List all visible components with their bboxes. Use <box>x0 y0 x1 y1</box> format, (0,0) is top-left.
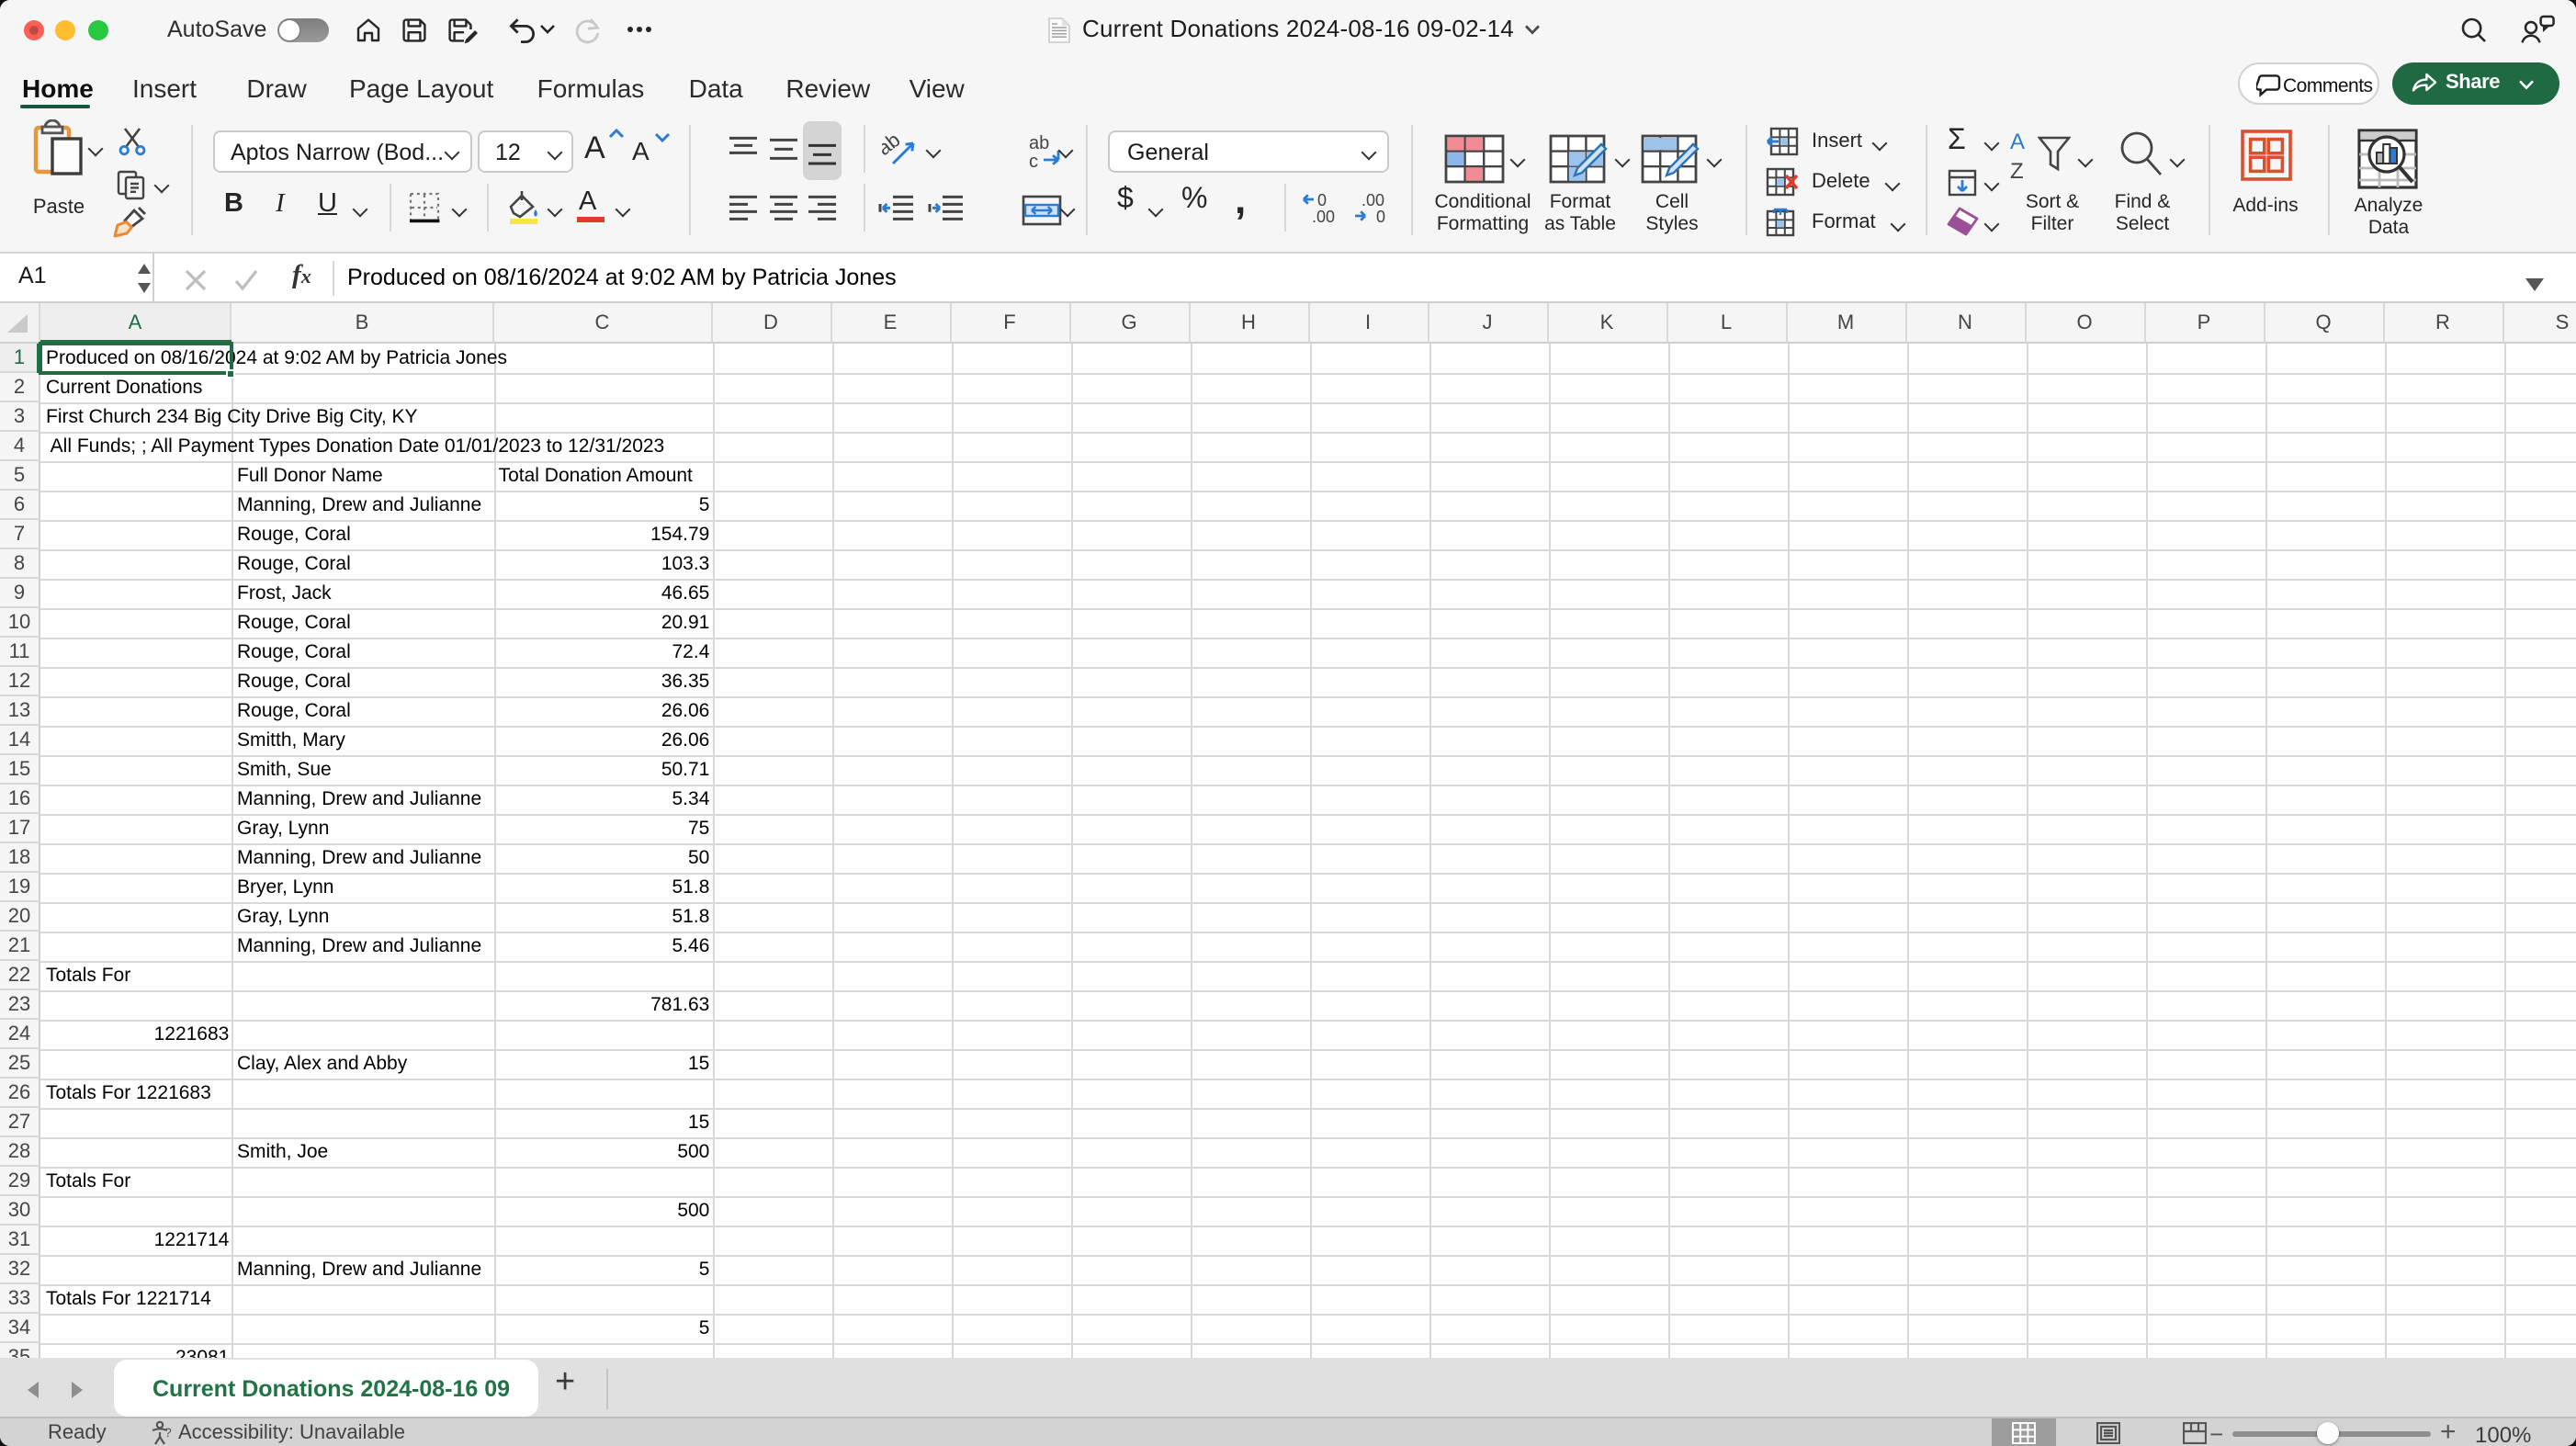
svg-text:0: 0 <box>1376 208 1385 224</box>
svg-text:.00: .00 <box>1361 191 1384 209</box>
svg-text:.00: .00 <box>1312 208 1335 224</box>
svg-text:0: 0 <box>1317 191 1327 209</box>
svg-text:c: c <box>1029 152 1038 169</box>
svg-text:?: ? <box>164 1425 172 1440</box>
svg-text:Z: Z <box>2010 159 2024 184</box>
svg-text:ab: ab <box>1029 133 1049 153</box>
svg-text:A: A <box>2010 130 2025 154</box>
